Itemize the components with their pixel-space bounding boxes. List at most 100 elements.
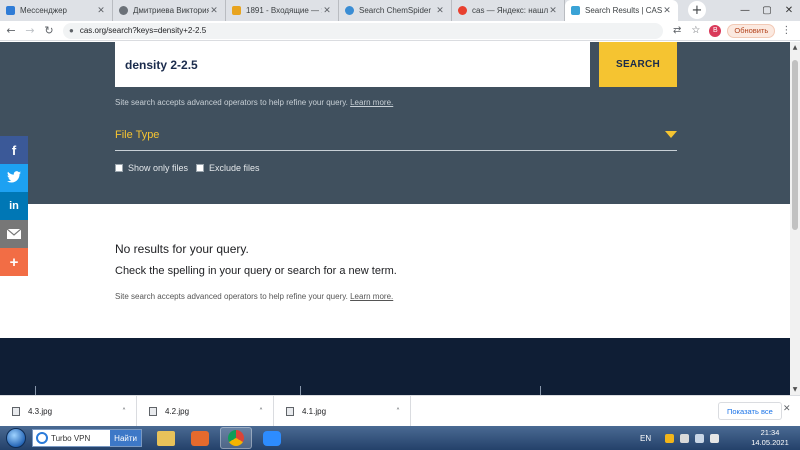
back-arrow-icon[interactable]: ← <box>3 24 19 37</box>
close-window-icon[interactable]: ✕ <box>778 0 800 21</box>
profile-avatar[interactable]: B <box>709 24 722 37</box>
system-clock[interactable]: 21:34 14.05.2021 <box>746 428 794 448</box>
reload-icon[interactable]: ↻ <box>41 24 57 37</box>
tab-cas-results[interactable]: Search Results | CAS ✕ <box>565 0 678 21</box>
tab-dmitrieva[interactable]: Дмитриева Виктория ю ✕ <box>113 0 226 21</box>
show-all-downloads-button[interactable]: Показать все <box>718 402 782 420</box>
close-tab-icon[interactable]: ✕ <box>209 5 219 16</box>
tray-app-icon[interactable] <box>665 433 675 443</box>
tab-title: Search ChemSpider <box>359 6 432 15</box>
messenger-favicon-icon <box>6 6 15 15</box>
footer-divider <box>300 386 301 395</box>
search-input[interactable]: density 2-2.5 <box>115 42 590 87</box>
close-tab-icon[interactable]: ✕ <box>96 5 106 16</box>
taskbar-media-player[interactable] <box>184 427 216 449</box>
ie-logo-icon <box>36 432 48 444</box>
browser-toolbar: ← → ↻ ● cas.org/search?keys=density+2-2.… <box>0 21 800 41</box>
close-tab-icon[interactable]: ✕ <box>435 5 445 16</box>
download-shelf: 4.3.jpg ˄ 4.2.jpg ˄ 4.1.jpg ˄ Показать в… <box>0 395 800 427</box>
twitter-icon <box>7 170 21 186</box>
update-button[interactable]: Обновить <box>727 23 776 38</box>
image-file-icon <box>286 406 294 416</box>
results-hint-text: Site search accepts advanced operators t… <box>115 292 348 301</box>
browser-menu-icon[interactable]: ⋮ <box>781 25 791 36</box>
search-hint: Site search accepts advanced operators t… <box>115 98 393 107</box>
minimize-window-icon[interactable]: — <box>734 0 756 21</box>
language-indicator[interactable]: EN <box>640 434 651 443</box>
yandex-favicon-icon <box>458 6 467 15</box>
search-hint-text: Site search accepts advanced operators t… <box>115 98 348 107</box>
tab-inbox[interactable]: 1891 - Входящие — Янд ✕ <box>226 0 339 21</box>
twitter-share-button[interactable] <box>0 164 28 192</box>
spelling-suggestion: Check the spelling in your query or sear… <box>115 265 397 277</box>
tab-chemspider[interactable]: Search ChemSpider ✕ <box>339 0 452 21</box>
bookmark-star-icon[interactable]: ☆ <box>691 25 700 36</box>
close-tab-icon[interactable]: ✕ <box>548 5 558 16</box>
page-content: density 2-2.5 SEARCH Site search accepts… <box>0 42 790 395</box>
learn-more-link-2[interactable]: Learn more. <box>350 292 393 301</box>
download-filename: 4.2.jpg <box>165 406 190 416</box>
url-text: cas.org/search?keys=density+2-2.5 <box>79 26 207 35</box>
download-item[interactable]: 4.1.jpg ˄ <box>274 395 411 427</box>
taskbar-zoom[interactable] <box>256 427 288 449</box>
mail-favicon-icon <box>232 6 241 15</box>
tab-messenger[interactable]: Мессенджер ✕ <box>0 0 113 21</box>
maximize-window-icon[interactable]: ▢ <box>756 0 778 21</box>
file-type-dropdown[interactable]: File Type <box>115 127 677 151</box>
download-item[interactable]: 4.2.jpg ˄ <box>137 395 274 427</box>
download-item[interactable]: 4.3.jpg ˄ <box>0 395 137 427</box>
learn-more-link[interactable]: Learn more. <box>350 98 393 107</box>
network-icon[interactable] <box>695 433 705 443</box>
file-filter-row: Show only files Exclude files <box>115 163 260 173</box>
clock-date: 14.05.2021 <box>751 438 789 447</box>
chevron-up-icon[interactable]: ˄ <box>259 407 273 416</box>
image-file-icon <box>12 406 20 416</box>
tab-title: Мессенджер <box>20 6 67 15</box>
scroll-down-icon[interactable]: ▼ <box>790 386 800 393</box>
linkedin-share-button[interactable]: in <box>0 192 28 220</box>
lock-icon: ● <box>69 26 74 35</box>
close-tab-icon[interactable]: ✕ <box>322 5 332 16</box>
exclude-files-checkbox[interactable] <box>196 164 205 172</box>
facebook-share-button[interactable]: f <box>0 136 28 164</box>
folder-icon <box>157 430 175 446</box>
email-share-button[interactable] <box>0 220 28 248</box>
tab-title: cas — Яндекс: нашлось <box>472 6 548 15</box>
taskbar-explorer[interactable] <box>150 427 182 449</box>
volume-icon[interactable] <box>710 433 720 443</box>
forward-arrow-icon[interactable]: → <box>22 24 38 37</box>
close-tab-icon[interactable]: ✕ <box>662 5 672 16</box>
taskbar-search-box[interactable]: Turbo VPN Найти <box>32 429 142 447</box>
more-share-button[interactable]: + <box>0 248 28 276</box>
address-bar[interactable]: ● cas.org/search?keys=density+2-2.5 <box>63 22 663 39</box>
translate-icon[interactable]: ⇄ <box>673 25 681 36</box>
footer-divider <box>540 386 541 395</box>
tray-app-icon[interactable] <box>680 433 690 443</box>
taskbar-chrome[interactable] <box>220 427 252 449</box>
chevron-up-icon[interactable]: ˄ <box>122 407 136 416</box>
email-icon <box>6 227 22 242</box>
show-only-files-checkbox[interactable] <box>115 164 123 172</box>
results-section: No results for your query. Check the spe… <box>0 204 790 338</box>
chevron-up-icon[interactable]: ˄ <box>396 407 410 416</box>
download-filename: 4.3.jpg <box>28 406 53 416</box>
scroll-up-icon[interactable]: ▲ <box>790 44 800 51</box>
cas-favicon-icon <box>571 6 580 15</box>
close-download-shelf-icon[interactable]: ✕ <box>783 404 791 414</box>
facebook-icon: f <box>11 142 17 158</box>
caret-down-icon <box>665 131 677 138</box>
linkedin-icon: in <box>9 200 19 212</box>
new-tab-button[interactable]: + <box>688 1 706 19</box>
page-scrollbar[interactable]: ▲ ▼ <box>790 42 800 395</box>
search-button[interactable]: SEARCH <box>599 42 677 87</box>
windows-logo-icon <box>6 428 26 448</box>
scroll-thumb[interactable] <box>792 60 798 230</box>
search-hero: density 2-2.5 SEARCH Site search accepts… <box>0 42 790 204</box>
tab-yandex-search[interactable]: cas — Яндекс: нашлось ✕ <box>452 0 565 21</box>
start-button[interactable] <box>2 426 30 450</box>
system-tray: EN <box>640 426 720 450</box>
chrome-icon <box>228 430 244 446</box>
browser-tab-strip: Мессенджер ✕ Дмитриева Виктория ю ✕ 1891… <box>0 0 800 21</box>
media-player-icon <box>191 430 209 446</box>
taskbar-search-button[interactable]: Найти <box>110 430 141 446</box>
